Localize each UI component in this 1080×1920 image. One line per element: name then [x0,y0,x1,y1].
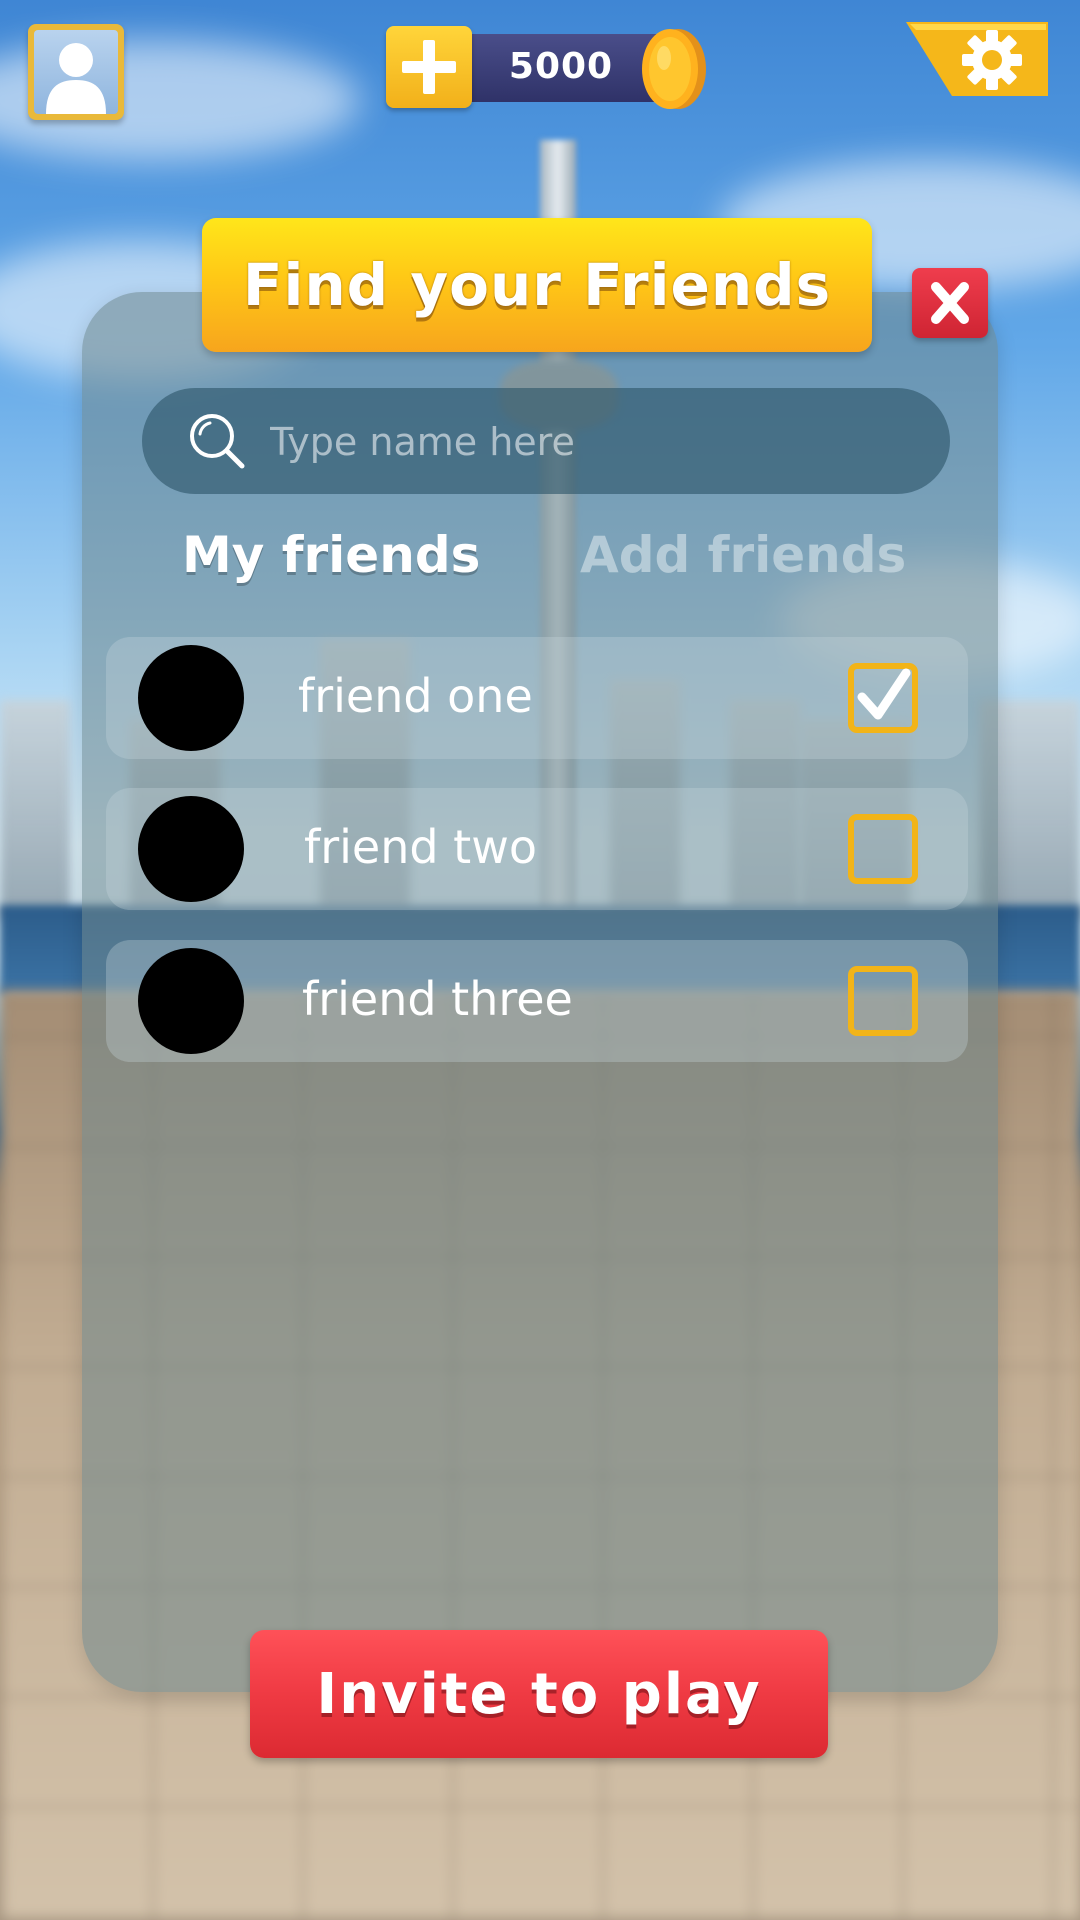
profile-button[interactable] [28,24,124,120]
friend-select-checkbox[interactable] [848,663,918,733]
dialog-title: Find your Friends [242,251,832,319]
coin-balance-value: 5000 [508,46,614,87]
tab-add-friends[interactable]: Add friends [580,526,906,584]
plus-icon [402,40,456,94]
add-coins-button[interactable] [386,26,472,108]
invite-button-label: Invite to play [316,1661,762,1727]
close-button[interactable] [912,268,988,338]
user-silhouette-icon [46,43,106,114]
tab-my-friends[interactable]: My friends [182,526,480,584]
friend-avatar [138,645,244,751]
friend-select-checkbox[interactable] [848,814,918,884]
gold-coin-icon [642,29,706,109]
friend-list-item[interactable]: friend one [106,637,968,759]
friend-select-checkbox[interactable] [848,966,918,1036]
search-icon [190,414,245,469]
checkmark-icon [857,668,911,720]
coin-balance-widget: 5000 [386,26,706,110]
friend-list-item[interactable]: friend two [106,788,968,910]
gear-icon [962,30,1022,90]
invite-to-play-button[interactable]: Invite to play [250,1630,828,1758]
friend-name: friend one [298,669,533,723]
friend-avatar [138,796,244,902]
friend-avatar [138,948,244,1054]
search-input[interactable] [268,412,912,472]
close-icon [931,282,969,324]
friend-name: friend three [302,972,573,1026]
search-field[interactable] [142,388,950,494]
settings-button[interactable] [906,22,1048,96]
friend-name: friend two [304,820,537,874]
dialog-title-banner: Find your Friends [202,218,872,352]
friend-list-item[interactable]: friend three [106,940,968,1062]
